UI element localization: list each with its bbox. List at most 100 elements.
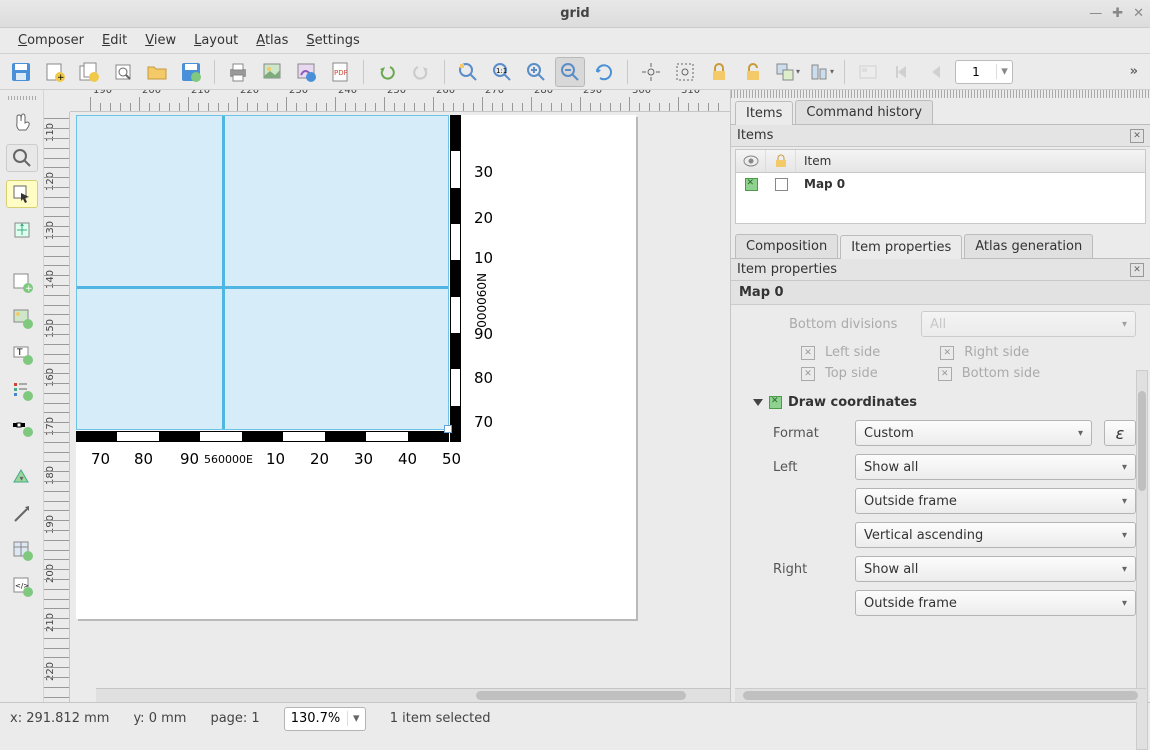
move-content-icon[interactable] (6, 216, 38, 244)
tab-composition[interactable]: Composition (735, 234, 838, 258)
map-frame-right (450, 115, 461, 442)
print-icon[interactable] (223, 57, 253, 87)
refresh-icon[interactable] (589, 57, 619, 87)
duplicate-composer-icon[interactable] (74, 57, 104, 87)
zoom-tool-icon[interactable] (6, 144, 38, 172)
items-list: Item Map 0 (735, 149, 1146, 224)
left-combo-1[interactable]: Show all (855, 454, 1136, 480)
zoom-input[interactable] (285, 711, 347, 726)
items-panel-header: Items ✕ (731, 125, 1150, 147)
close-panel-icon[interactable]: ✕ (1130, 129, 1144, 143)
redo-icon[interactable] (406, 57, 436, 87)
draw-coordinates-checkbox[interactable] (769, 396, 782, 409)
zoom-in-icon[interactable] (521, 57, 551, 87)
close-window-icon[interactable]: ✕ (1133, 6, 1144, 21)
svg-text:T: T (16, 348, 23, 358)
item-column-header[interactable]: Item (796, 150, 1145, 172)
ruler-tick: 280 (531, 97, 532, 111)
chevron-down-icon[interactable]: ▾ (347, 711, 365, 726)
new-composer-icon[interactable]: + (40, 57, 70, 87)
right-combo-1[interactable]: Show all (855, 556, 1136, 582)
add-scalebar-icon[interactable] (6, 412, 38, 440)
zoom-out-icon[interactable] (555, 57, 585, 87)
menu-layout[interactable]: Layout (186, 30, 246, 51)
items-list-row[interactable]: Map 0 (736, 173, 1145, 195)
save-icon[interactable] (6, 57, 36, 87)
add-arrow-icon[interactable] (6, 500, 38, 528)
draw-coordinates-section[interactable]: Draw coordinates (753, 395, 1136, 410)
item-properties-body[interactable]: Bottom divisions All ✕Left side ✕Right s… (731, 305, 1150, 688)
coord-bottom-center: 560000E (204, 453, 253, 466)
tab-atlas-generation[interactable]: Atlas generation (964, 234, 1093, 258)
menu-composer[interactable]: Composer (10, 30, 92, 51)
export-image-icon[interactable] (257, 57, 287, 87)
save-template-icon[interactable] (176, 57, 206, 87)
canvas-h-scrollbar[interactable] (96, 688, 730, 702)
tab-command-history[interactable]: Command history (795, 100, 933, 124)
left-combo-2[interactable]: Outside frame (855, 488, 1136, 514)
map-item[interactable] (76, 115, 461, 442)
paper-viewport[interactable]: 30 20 10 N090000 90 80 70 70 80 90 56000… (70, 112, 730, 702)
svg-text:PDF: PDF (334, 69, 348, 77)
left-side-check: ✕Left side (801, 345, 880, 360)
undo-icon[interactable] (372, 57, 402, 87)
zoom-actual-icon[interactable]: 1:1 (487, 57, 517, 87)
dock-grip[interactable] (731, 90, 1150, 98)
atlas-page-spin[interactable]: ▾ (955, 60, 1013, 84)
add-map-icon[interactable]: + (6, 268, 38, 296)
export-svg-icon[interactable] (291, 57, 321, 87)
tab-items[interactable]: Items (735, 101, 793, 125)
atlas-preview-icon[interactable] (853, 57, 883, 87)
tab-item-properties[interactable]: Item properties (840, 235, 962, 259)
pan-icon[interactable] (636, 57, 666, 87)
props-h-scrollbar[interactable] (735, 688, 1146, 702)
minimize-icon[interactable]: — (1089, 6, 1102, 21)
collapse-triangle-icon[interactable] (753, 399, 763, 406)
open-folder-icon[interactable] (142, 57, 172, 87)
expression-button[interactable]: ε (1104, 420, 1136, 446)
align-icon[interactable]: ▾ (806, 57, 836, 87)
zoom-extents-icon[interactable] (453, 57, 483, 87)
coord-right-vertical: N090000 (474, 273, 488, 328)
add-image-icon[interactable] (6, 304, 38, 332)
lock-column-icon[interactable] (766, 150, 796, 172)
left-combo-3[interactable]: Vertical ascending (855, 522, 1136, 548)
group-icon[interactable]: ▾ (772, 57, 802, 87)
add-legend-icon[interactable] (6, 376, 38, 404)
maximize-icon[interactable]: ✚ (1112, 6, 1123, 21)
toolbar-overflow-icon[interactable]: » (1124, 64, 1144, 79)
atlas-page-input[interactable] (956, 65, 996, 79)
format-combo[interactable]: Custom (855, 420, 1092, 446)
select-all-icon[interactable] (670, 57, 700, 87)
close-props-icon[interactable]: ✕ (1130, 263, 1144, 277)
ruler-tick: 150 (44, 314, 69, 322)
add-table-icon[interactable] (6, 536, 38, 564)
ruler-tick: 190 (44, 510, 69, 518)
right-combo-2[interactable]: Outside frame (855, 590, 1136, 616)
menu-settings[interactable]: Settings (298, 30, 367, 51)
add-html-icon[interactable]: </> (6, 572, 38, 600)
ruler-tick: 250 (384, 97, 385, 111)
eye-column-icon[interactable] (736, 150, 766, 172)
zoom-combo[interactable]: ▾ (284, 707, 366, 731)
composer-manager-icon[interactable] (108, 57, 138, 87)
menu-atlas[interactable]: Atlas (248, 30, 296, 51)
add-shape-icon[interactable]: ▾ (6, 464, 38, 492)
visibility-checkbox[interactable] (745, 178, 758, 191)
export-pdf-icon[interactable]: PDF (325, 57, 355, 87)
add-label-icon[interactable]: T (6, 340, 38, 368)
resize-handle[interactable] (444, 425, 452, 433)
ruler-tick: 170 (44, 412, 69, 420)
unlock-icon[interactable] (738, 57, 768, 87)
menu-edit[interactable]: Edit (94, 30, 135, 51)
lock-checkbox[interactable] (775, 178, 788, 191)
lock-icon[interactable] (704, 57, 734, 87)
chevron-down-icon[interactable]: ▾ (996, 64, 1012, 79)
hand-tool-icon[interactable] (6, 108, 38, 136)
prev-feature-icon[interactable] (921, 57, 951, 87)
select-tool-icon[interactable] (6, 180, 38, 208)
first-feature-icon[interactable] (887, 57, 917, 87)
palette-grip[interactable] (8, 96, 36, 100)
menu-view[interactable]: View (137, 30, 184, 51)
ruler-tick: 220 (237, 97, 238, 111)
